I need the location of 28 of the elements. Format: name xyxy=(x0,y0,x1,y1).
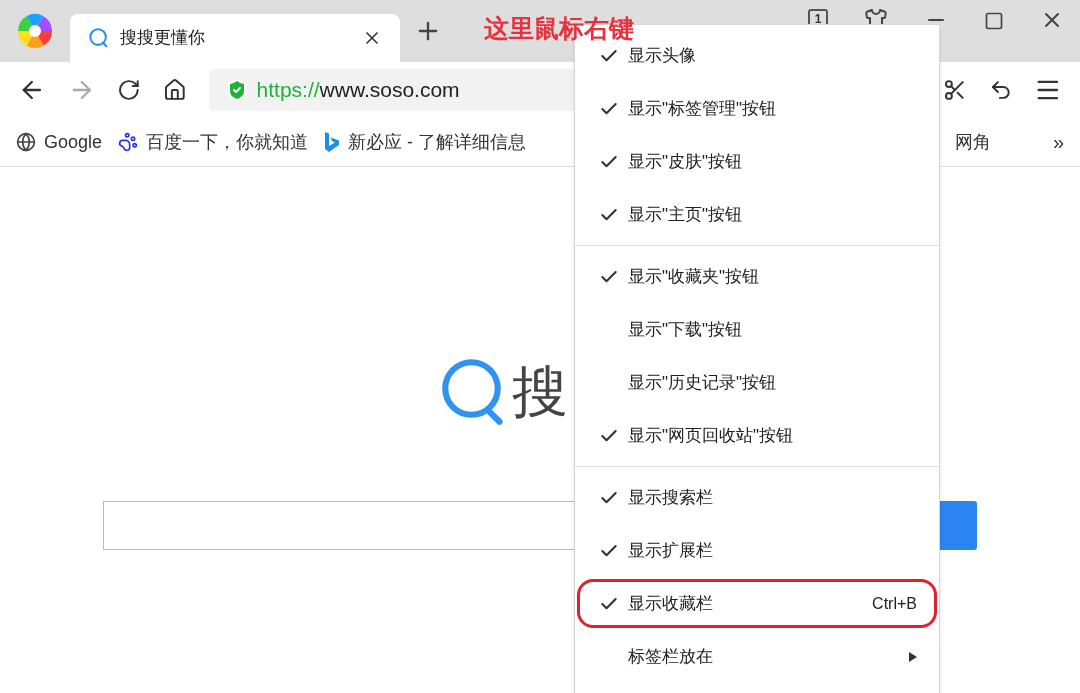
browser-tab[interactable]: 搜搜更懂你 xyxy=(70,14,400,62)
home-icon[interactable] xyxy=(162,78,187,102)
bing-logo-icon xyxy=(324,131,341,153)
menu-item[interactable]: 显示"历史记录"按钮 xyxy=(575,356,939,409)
menu-item[interactable]: 显示收藏栏 Ctrl+B xyxy=(575,577,939,630)
scissors-icon[interactable] xyxy=(943,78,967,102)
menu-item[interactable]: 显示"下载"按钮 xyxy=(575,303,939,356)
search-logo-icon xyxy=(88,27,110,49)
logo-text: 搜 xyxy=(512,364,568,420)
reload-icon[interactable] xyxy=(117,78,141,102)
more-bookmarks[interactable]: » xyxy=(1052,127,1064,157)
url-text: https://www.soso.com xyxy=(256,77,460,104)
menu-item[interactable]: 显示搜索栏 xyxy=(575,471,939,524)
maximize-icon[interactable] xyxy=(984,11,1004,31)
browser-logo-icon[interactable] xyxy=(17,13,53,49)
annotation-text: 这里鼠标右键 xyxy=(484,13,634,44)
menu-item[interactable]: 显示"皮肤"按钮 xyxy=(575,135,939,188)
bookmark[interactable]: 百度一下，你就知道 xyxy=(118,124,309,160)
bookmark[interactable]: 新必应 - 了解详细信息 xyxy=(324,124,527,160)
bookmark[interactable]: Google xyxy=(16,124,103,160)
bookmark[interactable]: 网角 xyxy=(954,124,991,160)
menu-item[interactable]: 显示"主页"按钮 xyxy=(575,188,939,241)
menu-item[interactable]: 显示"网页回收站"按钮 xyxy=(575,409,939,462)
menu-item[interactable]: 显示"收藏夹"按钮 xyxy=(575,250,939,303)
menu-item[interactable]: 显示扩展栏 xyxy=(575,524,939,577)
globe-icon xyxy=(16,132,36,152)
paw-icon xyxy=(118,132,139,152)
menu-item[interactable]: 标签栏放在 xyxy=(575,630,939,683)
